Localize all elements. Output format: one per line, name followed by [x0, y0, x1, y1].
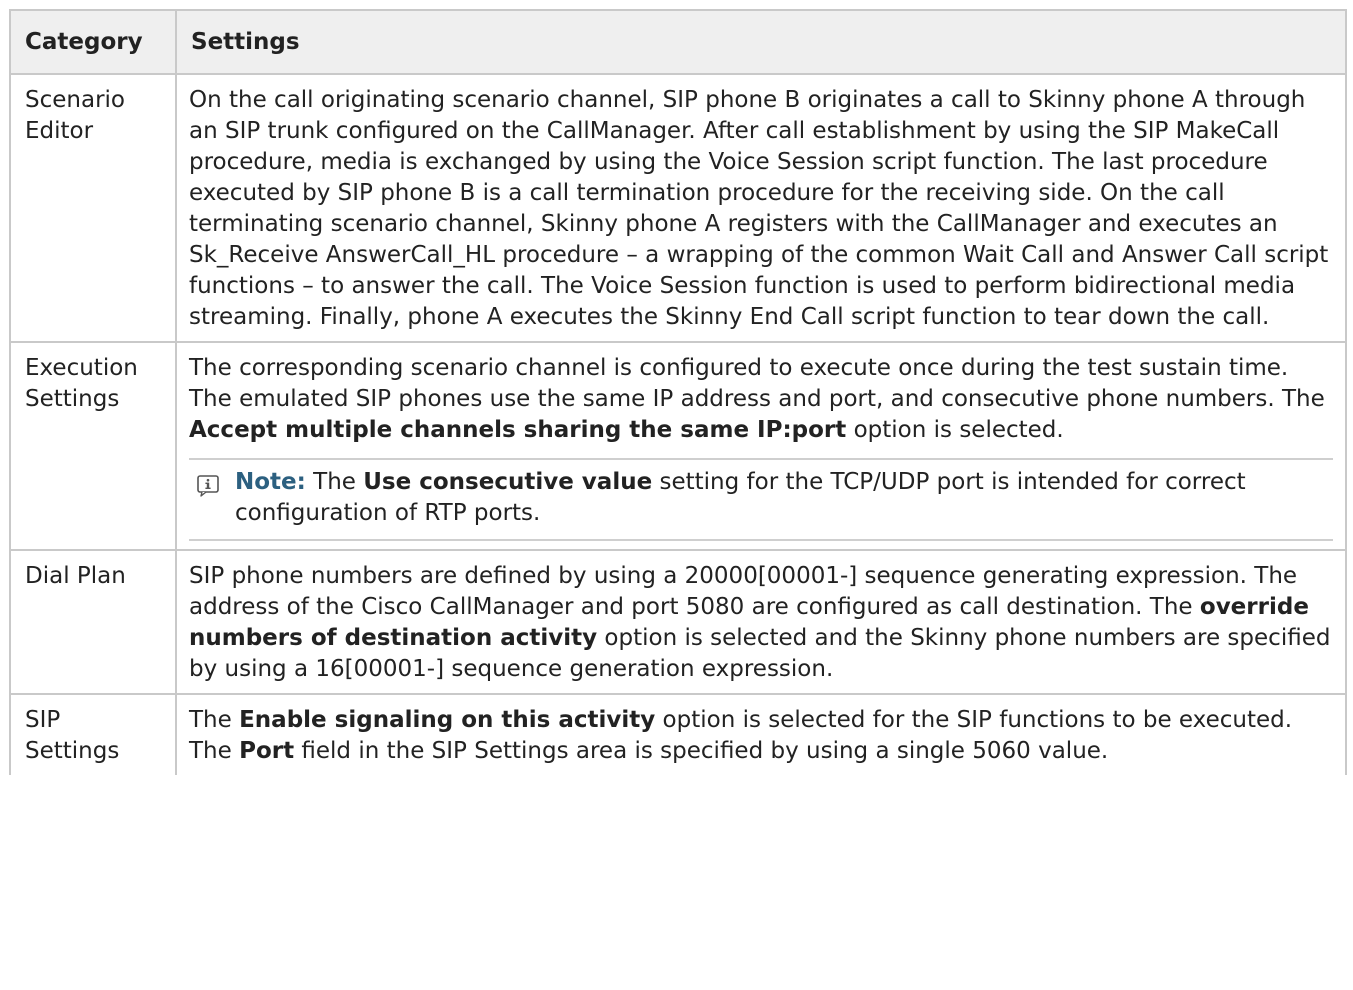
category-cell: Execution Settings — [9, 341, 177, 551]
note-box: Note: The Use consecutive value setting … — [189, 458, 1333, 541]
settings-text: The corresponding scenario channel is co… — [189, 355, 1325, 412]
category-line: Settings — [25, 386, 120, 412]
category-line: Scenario — [25, 87, 125, 113]
table-row: Execution Settings The corresponding sce… — [9, 341, 1347, 551]
settings-text: On the call originating scenario channel… — [189, 87, 1329, 330]
category-cell: Dial Plan — [9, 549, 177, 695]
header-settings: Settings — [175, 9, 1347, 75]
category-line: Execution — [25, 355, 138, 381]
table-row: SIP Settings The Enable signaling on thi… — [9, 693, 1347, 775]
settings-text: field in the SIP Settings area is specif… — [294, 738, 1109, 764]
settings-cell: The corresponding scenario channel is co… — [175, 341, 1347, 551]
note-text: Note: The Use consecutive value setting … — [235, 467, 1333, 529]
settings-bold-option: Accept multiple channels sharing the sam… — [189, 417, 847, 443]
settings-cell: SIP phone numbers are defined by using a… — [175, 549, 1347, 695]
category-line: Dial Plan — [25, 563, 126, 589]
table-row: Dial Plan SIP phone numbers are defined … — [9, 549, 1347, 695]
header-category: Category — [9, 9, 177, 75]
settings-text: SIP phone numbers are defined by using a… — [189, 563, 1298, 620]
note-text-part: The — [305, 469, 364, 495]
settings-cell: The Enable signaling on this activity op… — [175, 693, 1347, 775]
category-cell: Scenario Editor — [9, 73, 177, 343]
category-line: Editor — [25, 118, 94, 144]
category-line: Settings — [25, 738, 120, 764]
settings-table: Category Settings Scenario Editor On the… — [9, 9, 1347, 775]
note-bold-setting: Use consecutive value — [363, 469, 653, 495]
info-icon — [197, 475, 219, 497]
table-header-row: Category Settings — [9, 9, 1347, 75]
settings-text: option is selected. — [846, 417, 1064, 443]
settings-bold-field: Port — [239, 738, 295, 764]
category-line: SIP — [25, 707, 61, 733]
category-cell: SIP Settings — [9, 693, 177, 775]
settings-bold-option: Enable signaling on this activity — [239, 707, 656, 733]
settings-cell: On the call originating scenario channel… — [175, 73, 1347, 343]
settings-text: The — [189, 707, 240, 733]
table-row: Scenario Editor On the call originating … — [9, 73, 1347, 343]
note-label: Note: — [235, 469, 306, 495]
